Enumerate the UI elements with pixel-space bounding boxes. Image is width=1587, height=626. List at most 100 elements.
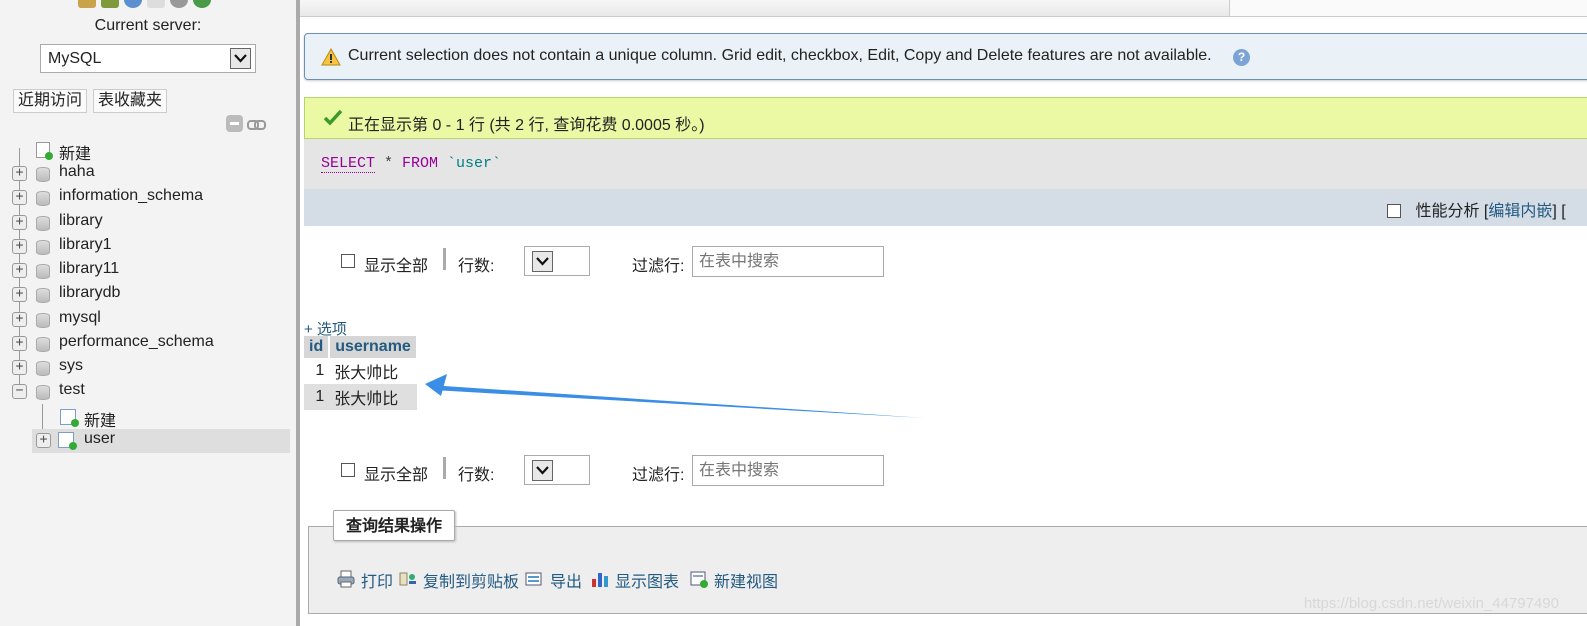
- tab-import[interactable]: [848, 0, 940, 16]
- sql-keyword-select[interactable]: SELECT: [321, 155, 376, 173]
- database-icon: [36, 313, 50, 328]
- rows-label: 行数:: [458, 258, 495, 275]
- tab-insert[interactable]: [663, 0, 758, 16]
- current-server-label: Current server:: [94, 17, 202, 34]
- rows-per-page-select[interactable]: 25: [524, 455, 590, 485]
- tab-structure[interactable]: [390, 0, 482, 16]
- expand-plus-icon[interactable]: +: [12, 263, 27, 278]
- profiling-checkbox[interactable]: [1387, 204, 1401, 218]
- show-all-checkbox[interactable]: [341, 463, 355, 477]
- expand-plus-icon[interactable]: +: [12, 215, 27, 230]
- tree-item-mysql[interactable]: + mysql: [0, 308, 296, 332]
- expand-plus-icon[interactable]: +: [36, 433, 51, 448]
- docs-icon[interactable]: [147, 0, 165, 8]
- sql-query[interactable]: SELECT * FROM `user`: [321, 155, 501, 173]
- tab-export[interactable]: [757, 0, 849, 16]
- tree-item-information-schema[interactable]: + information_schema: [0, 186, 296, 210]
- check-icon: [323, 109, 343, 126]
- export-link[interactable]: 导出: [550, 568, 582, 592]
- help-icon[interactable]: ?: [1233, 49, 1250, 66]
- tree-item-haha[interactable]: + haha: [0, 162, 296, 186]
- tab-browse[interactable]: [300, 0, 391, 16]
- rows-per-page-select[interactable]: 25: [524, 246, 590, 276]
- tree-item-test-new-table[interactable]: 新建: [0, 406, 296, 430]
- warning-icon: [321, 48, 341, 66]
- tree-item-user-table[interactable]: + user: [32, 429, 290, 453]
- tab-favorites[interactable]: 表收藏夹: [93, 89, 168, 113]
- create-view-icon: [690, 571, 708, 588]
- create-view-link[interactable]: 新建视图: [714, 568, 778, 592]
- show-all-checkbox[interactable]: [341, 254, 355, 268]
- tree-item-label: library1: [59, 236, 112, 253]
- tree-item-label: mysql: [59, 309, 101, 326]
- expand-plus-icon[interactable]: +: [12, 166, 27, 181]
- profiling-controls: 性能分析 [编辑内嵌] [: [1387, 197, 1566, 221]
- sql-query-box: SELECT * FROM `user`: [304, 139, 1587, 189]
- exit-icon[interactable]: [101, 0, 119, 8]
- cell-username: 张大帅比: [329, 358, 417, 384]
- expand-plus-icon[interactable]: +: [12, 312, 27, 327]
- table-row[interactable]: 1 张大帅比: [304, 384, 417, 410]
- column-header-username[interactable]: username: [329, 336, 418, 358]
- chart-icon: [592, 573, 608, 587]
- copy-to-clipboard-link[interactable]: 复制到剪贴板: [423, 568, 519, 592]
- link-with-main-icon[interactable]: [247, 115, 266, 132]
- success-message: 正在显示第 0 - 1 行 (共 2 行, 查询花费 0.0005 秒。): [304, 97, 1587, 139]
- print-link[interactable]: 打印: [361, 568, 393, 592]
- show-all-label[interactable]: 显示全部: [364, 461, 428, 485]
- tab-recent[interactable]: 近期访问: [13, 89, 88, 113]
- tree-item-test[interactable]: − test: [0, 380, 296, 404]
- export-icon: [525, 572, 542, 586]
- expand-plus-icon[interactable]: +: [12, 360, 27, 375]
- bracket-text: ] [: [1552, 203, 1566, 220]
- chevron-down-icon[interactable]: [230, 48, 251, 69]
- database-icon: [36, 216, 50, 231]
- display-chart-link[interactable]: 显示图表: [615, 568, 679, 592]
- tree-item-librarydb[interactable]: + librarydb: [0, 283, 296, 307]
- collapse-all-icon[interactable]: [226, 115, 243, 132]
- expand-plus-icon[interactable]: +: [12, 190, 27, 205]
- table-row[interactable]: 1 张大帅比: [304, 358, 417, 384]
- server-select[interactable]: MySQL: [40, 44, 256, 73]
- settings-gear-icon[interactable]: [170, 0, 188, 8]
- tree-item-library11[interactable]: + library11: [0, 259, 296, 283]
- table-navigation-top: 显示全部 行数: 25 过滤行:: [340, 246, 900, 278]
- chevron-down-icon[interactable]: [532, 251, 553, 272]
- show-all-label[interactable]: 显示全部: [364, 252, 428, 276]
- column-header-id[interactable]: id: [304, 336, 331, 358]
- tree-item-library1[interactable]: + library1: [0, 235, 296, 259]
- filter-rows-input[interactable]: [692, 455, 884, 486]
- tree-item-label: library: [59, 212, 103, 229]
- tree-item-new[interactable]: 新建: [0, 139, 296, 163]
- tab-search[interactable]: [572, 0, 664, 16]
- edit-inline-link[interactable]: 编辑内嵌: [1488, 203, 1552, 220]
- help-icon[interactable]: [124, 0, 142, 8]
- tree-controls: [226, 115, 266, 132]
- tree-item-label: 新建: [59, 146, 92, 163]
- new-database-icon: [36, 142, 53, 160]
- tree-item-label: test: [59, 381, 85, 398]
- tree-item-library[interactable]: + library: [0, 211, 296, 235]
- expand-plus-icon[interactable]: +: [12, 239, 27, 254]
- tree-item-label: sys: [59, 357, 83, 374]
- tree-item-label: librarydb: [59, 284, 121, 301]
- database-icon: [36, 361, 50, 376]
- tree-item-sys[interactable]: + sys: [0, 356, 296, 380]
- home-icon[interactable]: [78, 0, 96, 8]
- separator: [443, 248, 446, 270]
- tab-sql[interactable]: [481, 0, 573, 16]
- collapse-minus-icon[interactable]: −: [12, 384, 27, 399]
- expand-plus-icon[interactable]: +: [12, 287, 27, 302]
- cell-id: 1: [304, 358, 330, 384]
- chevron-down-icon[interactable]: [532, 460, 553, 481]
- success-text: 正在显示第 0 - 1 行 (共 2 行, 查询花费 0.0005 秒。): [348, 117, 705, 134]
- tree-item-label: haha: [59, 163, 95, 180]
- reload-icon[interactable]: [193, 0, 211, 8]
- filter-rows-input[interactable]: [692, 246, 884, 277]
- tab-triggers[interactable]: [1123, 0, 1230, 16]
- expand-plus-icon[interactable]: +: [12, 336, 27, 351]
- tab-operations[interactable]: [1030, 0, 1124, 16]
- navigation-sidebar: Current server: MySQL 近期访问 表收藏夹 新建 + hah…: [0, 0, 296, 626]
- tab-privileges[interactable]: [939, 0, 1031, 16]
- tree-item-performance-schema[interactable]: + performance_schema: [0, 332, 296, 356]
